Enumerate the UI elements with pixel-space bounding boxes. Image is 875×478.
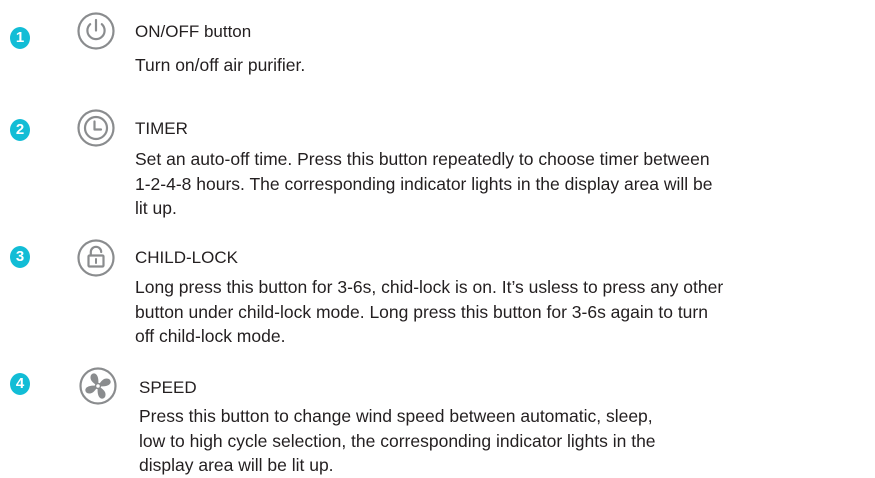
description-line: Set an auto-off time. Press this button …	[135, 149, 710, 169]
item-description: Long press this button for 3-6s, chid-lo…	[135, 275, 723, 349]
item-description: Press this button to change wind speed b…	[139, 404, 656, 478]
description-line: Long press this button for 3-6s, chid-lo…	[135, 277, 724, 297]
item-title: TIMER	[135, 119, 188, 138]
item-title: CHILD-LOCK	[135, 248, 238, 267]
item-title: ON/OFF button	[135, 22, 252, 41]
description-line: button under child-lock mode. Long press…	[135, 301, 708, 322]
description-line: Press this button to change wind speed b…	[139, 406, 653, 426]
fan-icon	[78, 366, 118, 406]
unlock-icon	[76, 238, 116, 278]
description-line: display area will be lit up.	[139, 455, 334, 475]
item-description: Set an auto-off time. Press this button …	[135, 147, 713, 221]
item-title: SPEED	[139, 378, 197, 397]
step-number-badge: 1	[10, 27, 30, 49]
description-line: Turn on/off air purifier.	[135, 55, 306, 75]
clock-icon	[76, 108, 116, 148]
step-number-badge: 2	[10, 119, 30, 141]
description-line: low to high cycle selection, the corresp…	[139, 430, 656, 451]
item-description: Turn on/off air purifier.	[135, 53, 305, 78]
description-line: lit up.	[135, 198, 177, 218]
description-line: off child-lock mode.	[135, 326, 286, 346]
description-line: 1-2-4-8 hours. The corresponding indicat…	[135, 173, 713, 194]
power-icon	[76, 11, 116, 51]
step-number-badge: 3	[10, 246, 30, 268]
step-number-badge: 4	[10, 373, 30, 395]
